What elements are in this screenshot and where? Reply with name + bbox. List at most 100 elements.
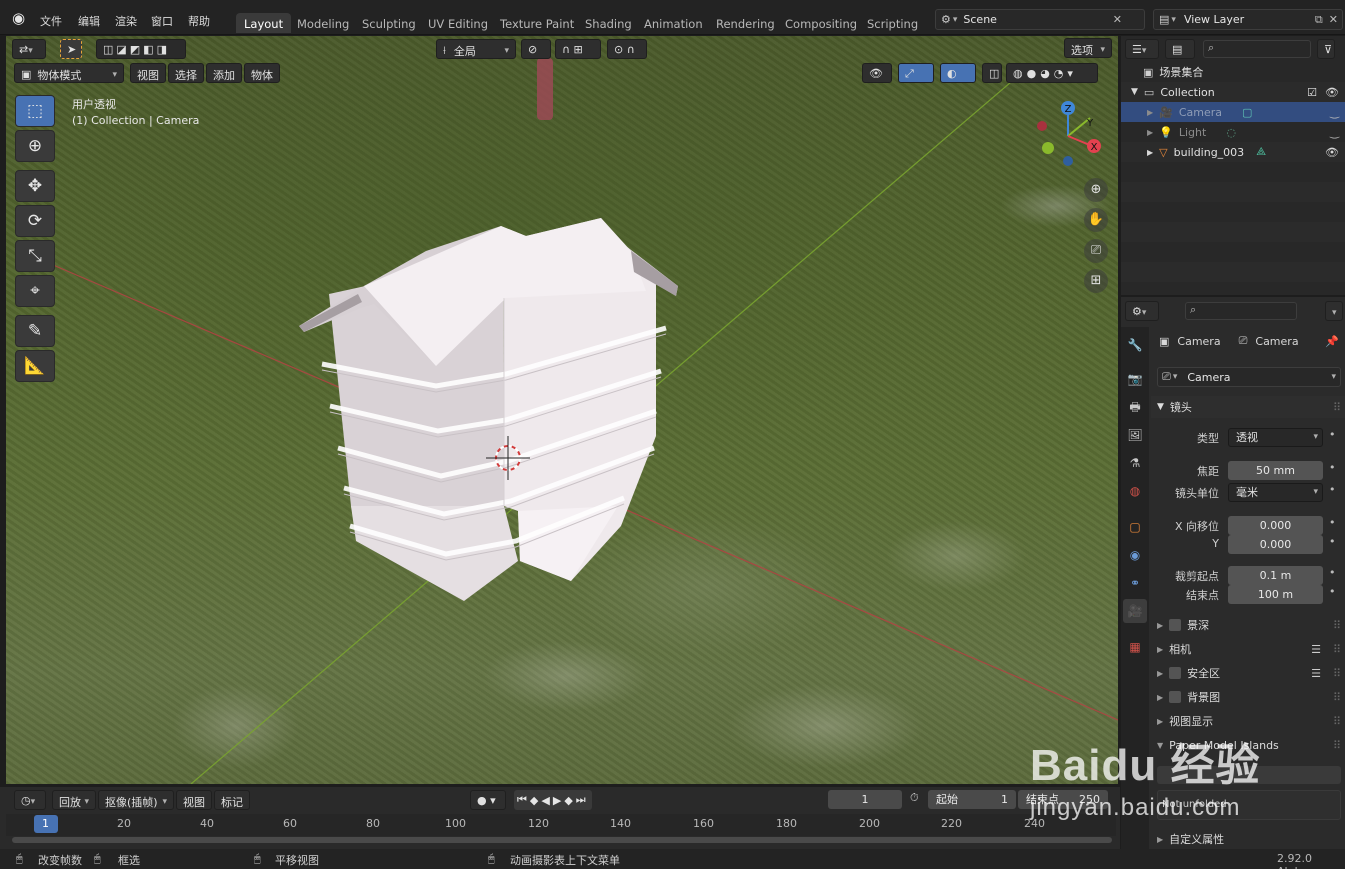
expand-icon[interactable]: ▶	[1147, 108, 1153, 117]
navigation-gizmo[interactable]: Z Y X	[1032, 98, 1112, 178]
camera-type-dropdown[interactable]: 透视 ▾	[1228, 428, 1323, 447]
tab-compositing[interactable]: Compositing	[777, 13, 865, 33]
animate-dot-icon[interactable]: •	[1329, 516, 1336, 529]
move-tool[interactable]: ✥	[15, 170, 55, 202]
current-frame-field[interactable]: 1	[828, 790, 902, 809]
object-tab-icon[interactable]: ▢	[1123, 515, 1147, 539]
camera-view-icon[interactable]: ⎚	[1084, 239, 1108, 263]
overlay-toggle[interactable]: ◐	[940, 63, 976, 83]
timeline-menu-marker[interactable]: 标记	[214, 790, 250, 810]
gizmo-neg-y-icon[interactable]	[1042, 142, 1054, 154]
world-tab-icon[interactable]: ◍	[1123, 479, 1147, 503]
dof-panel-header[interactable]: ▶ 景深 ⠿	[1151, 614, 1345, 636]
display-mode-button[interactable]: ▤	[1165, 39, 1195, 59]
render-tab-icon[interactable]: 📷	[1123, 367, 1147, 391]
properties-search-input[interactable]: ⌕	[1185, 302, 1297, 320]
tab-animation[interactable]: Animation	[636, 13, 711, 33]
light-data-icon[interactable]: ◌	[1226, 126, 1236, 139]
animate-dot-icon[interactable]: •	[1329, 483, 1336, 496]
outliner-row-camera[interactable]: ▶ 🎥 Camera ▢ ‿	[1121, 102, 1345, 122]
tab-uv-editing[interactable]: UV Editing	[420, 13, 496, 33]
camera-panel-header[interactable]: ▶ 相机 ☰ ⠿	[1151, 638, 1345, 660]
snap-button[interactable]: ∩ ⊞	[555, 39, 601, 59]
outliner-row-building[interactable]: ▶ ▽ building_003 ⟁ 👁	[1121, 142, 1345, 162]
hand-icon[interactable]: ✋	[1084, 208, 1108, 232]
pin-icon[interactable]: 📌	[1325, 335, 1339, 348]
eye-icon[interactable]: 👁	[1325, 146, 1339, 159]
lens-unit-dropdown[interactable]: 毫米 ▾	[1228, 483, 1323, 502]
drag-handle-icon[interactable]: ⠿	[1333, 667, 1341, 680]
tab-rendering[interactable]: Rendering	[708, 13, 783, 33]
menu-view[interactable]: 视图	[130, 63, 166, 83]
lens-panel-header[interactable]: ▼ 镜头 ⠿	[1151, 396, 1345, 418]
select-box-tool[interactable]: ⬚	[15, 95, 55, 127]
checkbox-icon[interactable]: ☑	[1307, 86, 1317, 99]
shading-mode-buttons[interactable]: ◍●◕◔▾	[1006, 63, 1098, 83]
focal-length-field[interactable]: 50 mm	[1228, 461, 1323, 480]
paper-model-panel-header[interactable]: ▼ Paper Model Islands ⠿	[1151, 734, 1345, 756]
xray-toggle[interactable]: ◫	[982, 63, 1002, 83]
keying-dropdown[interactable]: 抠像(插帧) ▾	[98, 790, 174, 810]
mode-dropdown[interactable]: ▣ 物体模式 ▾	[14, 63, 124, 83]
gizmo-neg-x-icon[interactable]	[1037, 121, 1047, 131]
physics-tab-icon[interactable]: ◉	[1123, 543, 1147, 567]
menu-select[interactable]: 选择	[168, 63, 204, 83]
scene-selector[interactable]: ⚙ ▾ Scene ✕	[935, 9, 1145, 30]
annotate-tool[interactable]: ✎	[15, 315, 55, 347]
gizmo-toggle[interactable]: ⤢	[898, 63, 934, 83]
menu-render[interactable]: 渲染	[115, 13, 137, 29]
building-model[interactable]	[299, 218, 678, 601]
tab-texture-paint[interactable]: Texture Paint	[492, 13, 582, 33]
animate-dot-icon[interactable]: •	[1329, 461, 1336, 474]
tab-scripting[interactable]: Scripting	[859, 13, 926, 33]
animate-dot-icon[interactable]: •	[1329, 585, 1336, 598]
safe-areas-panel-header[interactable]: ▶ 安全区 ☰ ⠿	[1151, 662, 1345, 684]
custom-properties-panel-header[interactable]: ▶ 自定义属性	[1151, 829, 1345, 849]
cursor-tool[interactable]: ⊕	[15, 130, 55, 162]
properties-options-button[interactable]: ▾	[1325, 301, 1343, 321]
tab-sculpting[interactable]: Sculpting	[354, 13, 424, 33]
drag-handle-icon[interactable]: ⠿	[1333, 691, 1341, 704]
clip-start-field[interactable]: 0.1 m	[1228, 566, 1323, 585]
mesh-data-icon[interactable]: ⟁	[1256, 145, 1266, 159]
play-reverse-icon[interactable]: ◀	[541, 794, 552, 807]
timeline-scrollbar[interactable]	[12, 837, 1112, 843]
pivot-button[interactable]: ⊘	[521, 39, 551, 59]
drag-handle-icon[interactable]: ⠿	[1333, 643, 1341, 656]
zoom-icon[interactable]: ⊕	[1084, 178, 1108, 202]
proportional-edit-button[interactable]: ⊙ ∩	[607, 39, 647, 59]
jump-start-icon[interactable]: ⏮	[517, 793, 530, 807]
frame-ruler[interactable]: 1 20 40 60 80 100 120 140 160 180 200 22…	[6, 814, 1116, 836]
texture-tab-icon[interactable]: ▦	[1123, 635, 1147, 659]
drag-handle-icon[interactable]: ⠿	[1333, 401, 1341, 414]
menu-file[interactable]: 文件	[40, 13, 62, 29]
close-icon[interactable]: ✕	[1329, 13, 1338, 26]
camera-data-icon[interactable]: ▢	[1242, 106, 1252, 119]
constraints-tab-icon[interactable]: ⚭	[1123, 571, 1147, 595]
camera-datablock-selector[interactable]: ⎚ ▾ Camera ▾	[1157, 367, 1341, 387]
prev-keyframe-icon[interactable]: ◆	[530, 794, 541, 807]
stopwatch-icon[interactable]: ⏱	[910, 791, 919, 805]
clip-end-field[interactable]: 100 m	[1228, 585, 1323, 604]
drag-handle-icon[interactable]: ⠿	[1333, 739, 1341, 752]
animate-dot-icon[interactable]: •	[1329, 566, 1336, 579]
editor-type-button[interactable]: ☰▾	[1125, 39, 1159, 59]
animate-dot-icon[interactable]: •	[1329, 535, 1336, 548]
filter-button[interactable]: ⊽	[1317, 39, 1335, 59]
animate-dot-icon[interactable]: •	[1329, 428, 1336, 441]
playback-dropdown[interactable]: 回放 ▾	[52, 790, 96, 810]
outliner-row-collection[interactable]: ▼ ▭ Collection ☑ 👁	[1121, 82, 1345, 102]
tab-layout[interactable]: Layout	[236, 13, 292, 33]
blender-logo-icon[interactable]: ◉	[12, 10, 30, 26]
timeline-menu-view[interactable]: 视图	[176, 790, 212, 810]
gizmo-neg-z-icon[interactable]	[1063, 156, 1073, 166]
scale-tool[interactable]: ⤡	[15, 240, 55, 272]
expand-icon[interactable]: ▶	[1147, 128, 1153, 137]
options-dropdown[interactable]: 选项 ▾	[1064, 38, 1112, 58]
transform-tool[interactable]: ⌖	[15, 275, 55, 307]
view-layer-tab-icon[interactable]: 🖼	[1123, 423, 1147, 447]
hide-icon[interactable]: ‿	[1330, 126, 1339, 139]
expand-icon[interactable]: ▼	[1131, 87, 1138, 97]
expand-icon[interactable]: ▶	[1147, 148, 1153, 157]
presets-list-icon[interactable]: ☰	[1311, 643, 1321, 656]
